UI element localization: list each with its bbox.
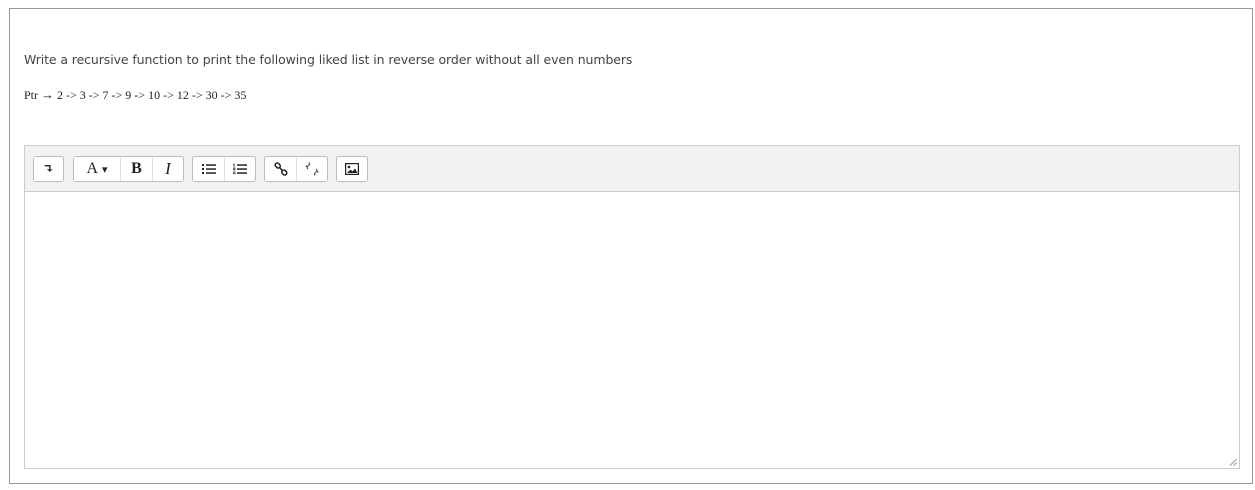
link-button[interactable] — [265, 157, 296, 181]
link-icon — [273, 162, 288, 176]
chevron-down-icon: ▾ — [102, 163, 108, 176]
bold-label: B — [131, 160, 142, 177]
bold-button[interactable]: B — [120, 157, 152, 181]
insert-image-button[interactable] — [337, 157, 367, 181]
resize-handle-icon[interactable] — [1229, 458, 1237, 466]
unordered-list-icon — [201, 164, 216, 174]
ptr-label: Ptr — [24, 88, 39, 102]
editor-toolbar: ↴ A ▾ B I — [25, 146, 1239, 192]
collapse-group: ↴ — [33, 156, 64, 182]
image-group — [336, 156, 368, 182]
unlink-button[interactable] — [296, 157, 327, 181]
ordered-list-icon — [233, 163, 247, 175]
image-icon — [345, 163, 359, 175]
unordered-list-button[interactable] — [193, 157, 224, 181]
collapse-icon: ↴ — [43, 161, 54, 176]
collapse-toolbar-button[interactable]: ↴ — [34, 157, 63, 181]
unlink-icon — [305, 162, 319, 176]
answer-editor: ↴ A ▾ B I — [24, 145, 1240, 469]
italic-button[interactable]: I — [152, 157, 183, 181]
italic-label: I — [165, 159, 171, 178]
list-group — [192, 156, 256, 182]
question-prompt: Write a recursive function to print the … — [24, 52, 633, 67]
editor-content-area[interactable] — [25, 192, 1239, 468]
link-group — [264, 156, 328, 182]
font-style-button[interactable]: A ▾ — [74, 157, 120, 181]
ptr-arrow-icon: → — [41, 87, 55, 102]
question-card: Write a recursive function to print the … — [9, 8, 1253, 484]
format-group: A ▾ B I — [73, 156, 184, 182]
linked-list-line: Ptr → 2 -> 3 -> 7 -> 9 -> 10 -> 12 -> 30… — [24, 87, 246, 103]
font-style-label: A — [86, 160, 99, 177]
ordered-list-button[interactable] — [224, 157, 255, 181]
linked-list-values: 2 -> 3 -> 7 -> 9 -> 10 -> 12 -> 30 -> 35 — [57, 88, 247, 102]
